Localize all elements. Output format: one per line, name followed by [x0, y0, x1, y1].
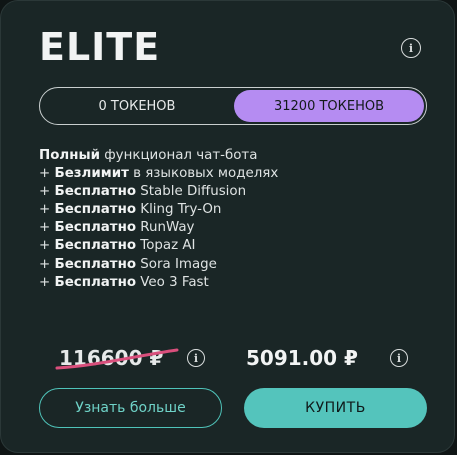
- info-icon[interactable]: i: [401, 38, 421, 58]
- feature-item: + Бесплатно Topaz AI: [39, 238, 196, 254]
- old-price: 116600 ₽: [59, 346, 164, 370]
- feature-item: Полный функционал чат-бота: [39, 148, 258, 163]
- new-price: 5091.00 ₽: [246, 346, 358, 370]
- plan-card: ELITE i 0 ТОКЕНОВ 31200 ТОКЕНОВ Полный ф…: [0, 0, 455, 453]
- old-price-info-icon[interactable]: i: [187, 349, 205, 367]
- token-toggle: 0 ТОКЕНОВ 31200 ТОКЕНОВ: [39, 87, 427, 125]
- feature-item: + Бесплатно RunWay: [39, 220, 195, 236]
- learn-more-button[interactable]: Узнать больше: [39, 388, 222, 428]
- feature-item: + Бесплатно Sora Image: [39, 256, 217, 272]
- feature-item: + Бесплатно Veo 3 Fast: [39, 274, 209, 290]
- feature-item: + Бесплатно Stable Diffusion: [39, 184, 247, 200]
- feature-list: Полный функционал чат-бота + Безлимит в …: [39, 147, 278, 292]
- feature-item: + Бесплатно Kling Try-On: [39, 202, 222, 218]
- toggle-option-31200-tokens[interactable]: 31200 ТОКЕНОВ: [234, 90, 424, 122]
- feature-item: + Безлимит в языковых моделях: [39, 166, 279, 182]
- buy-button[interactable]: КУПИТЬ: [244, 388, 427, 428]
- plan-title: ELITE: [39, 25, 161, 69]
- toggle-option-0-tokens[interactable]: 0 ТОКЕНОВ: [42, 90, 232, 122]
- new-price-info-icon[interactable]: i: [390, 349, 408, 367]
